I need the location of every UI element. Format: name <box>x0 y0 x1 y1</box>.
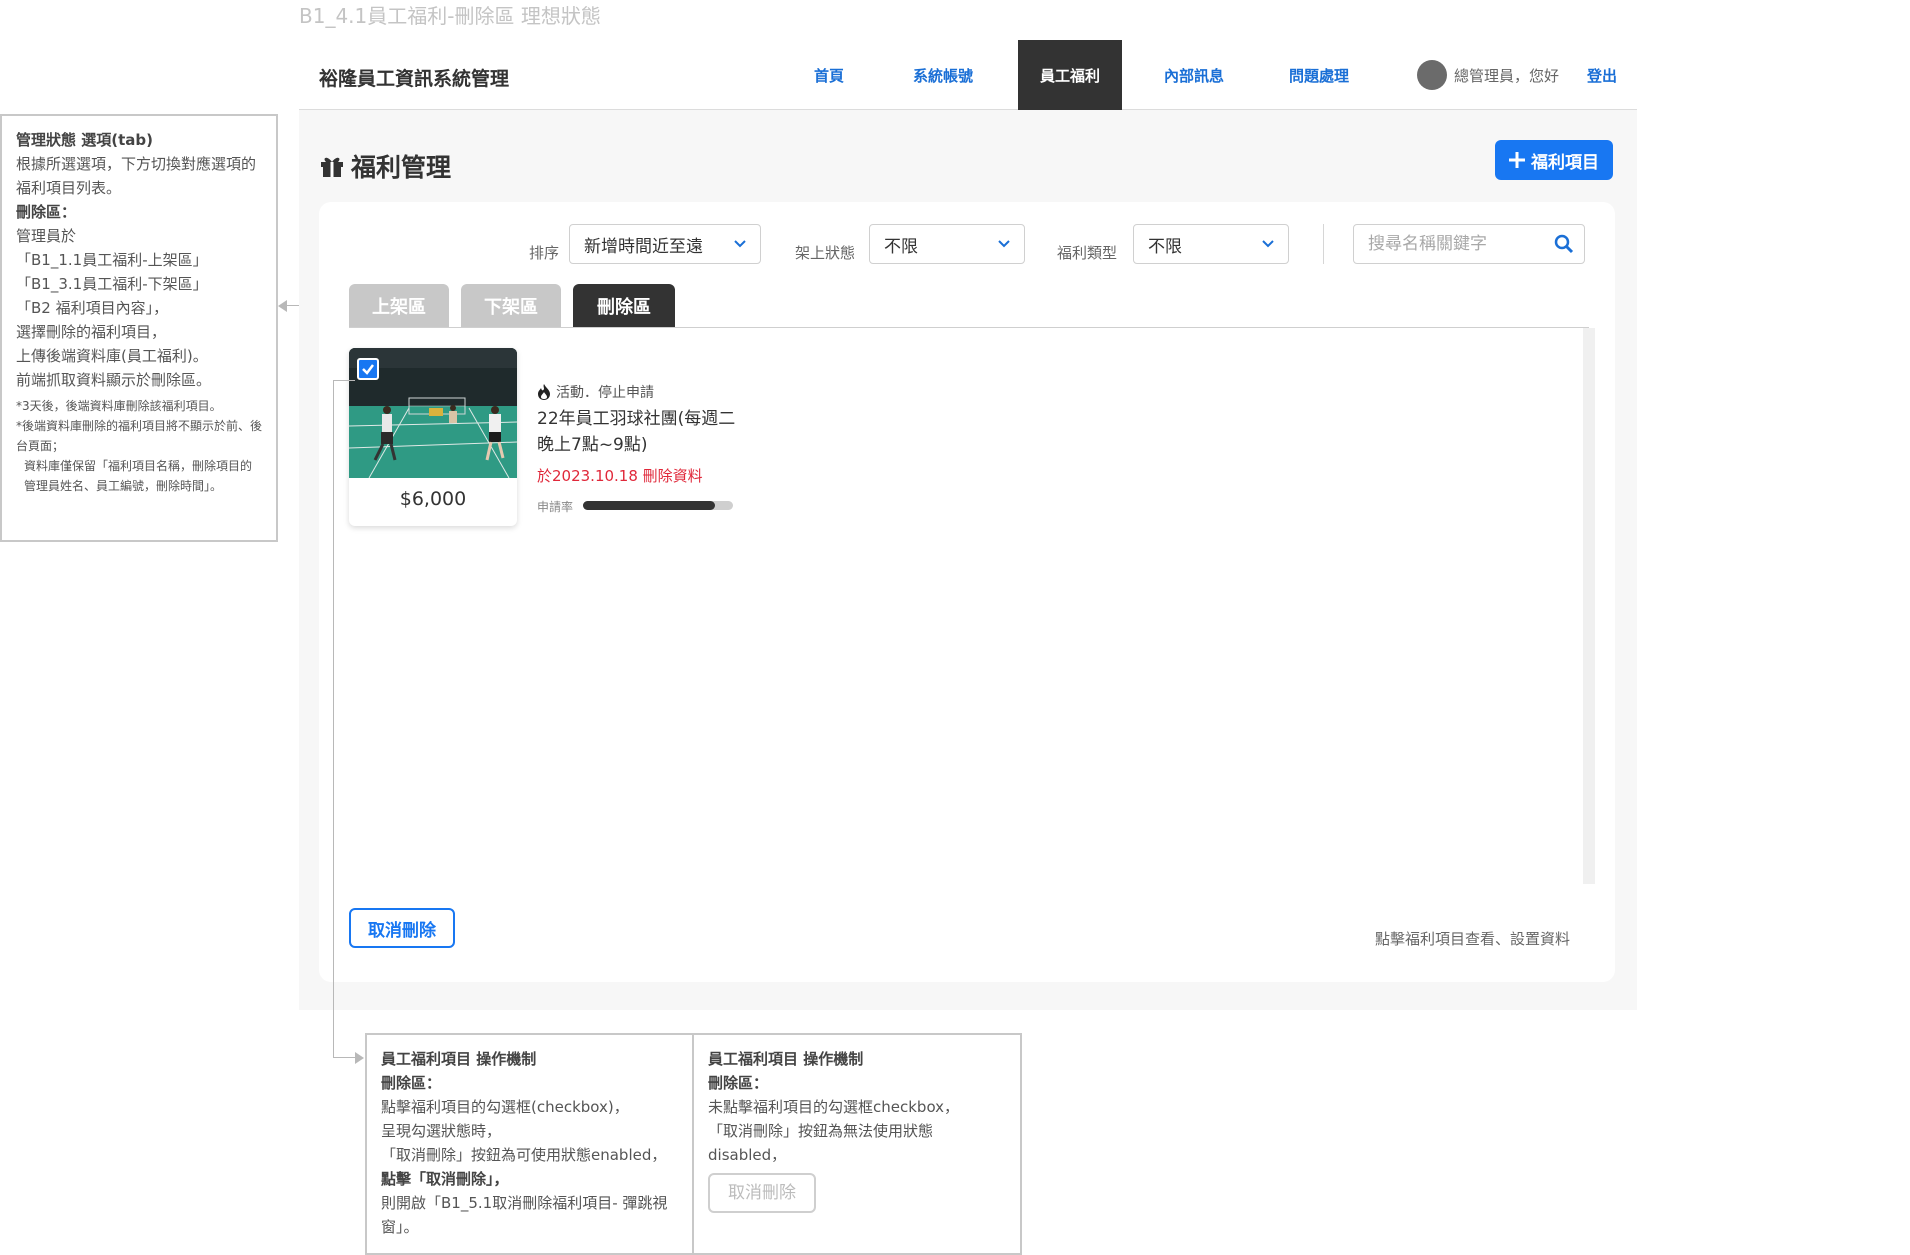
item-deleted-date: 於2023.10.18 <box>537 467 638 485</box>
annotation-text: 未點擊福利項目的勾選框checkbox， <box>708 1098 960 1116</box>
connector-arrow <box>355 1052 364 1064</box>
annotation-text: 呈現勾選狀態時， <box>381 1122 502 1140</box>
top-navbar: 裕隆員工資訊系統管理 首頁 系統帳號 員工福利 內部訊息 問題處理 總管理員，您… <box>299 40 1637 110</box>
item-title[interactable]: 22年員工羽球社團(每週二晚上7點~9點) <box>537 406 747 458</box>
search-icon[interactable] <box>1554 234 1574 254</box>
annotation-disabled: 員工福利項目 操作機制 刪除區： 未點擊福利項目的勾選框checkbox， 「取… <box>692 1033 1022 1255</box>
brand-title: 裕隆員工資訊系統管理 <box>319 68 510 90</box>
annotation-text: 前端抓取資料顯示於刪除區。 <box>16 371 212 389</box>
benefits-panel: 排序 新增時間近至遠 架上狀態 不限 福利類型 不限 上架區 下架區 刪除區 <box>319 202 1615 982</box>
annotation-text: 點擊福利項目的勾選框(checkbox)， <box>381 1098 629 1116</box>
cancel-delete-button[interactable]: 取消刪除 <box>349 908 455 948</box>
type-select[interactable]: 不限 <box>1133 224 1289 264</box>
shelf-label: 架上狀態 <box>795 244 856 262</box>
tab-divider <box>349 327 1589 328</box>
item-category: 活動．停止申請 <box>537 382 654 402</box>
connector-arrow <box>278 300 287 312</box>
annotation-text: 根據所選選項，下方切換對應選項的福利項目列表。 <box>16 155 257 197</box>
sort-label: 排序 <box>529 244 560 262</box>
shelf-value: 不限 <box>884 236 918 257</box>
nav-accounts[interactable]: 系統帳號 <box>891 40 995 110</box>
rate-label: 申請率 <box>537 500 574 514</box>
annotation-text: 「B1_1.1員工福利-上架區」 <box>16 251 208 269</box>
avatar[interactable] <box>1417 60 1447 90</box>
nav-benefits[interactable]: 員工福利 <box>1018 40 1122 110</box>
item-category-text: 活動．停止申請 <box>556 385 654 401</box>
logout-link[interactable]: 登出 <box>1587 65 1617 86</box>
annotation-title: 員工福利項目 操作機制 <box>708 1050 864 1068</box>
type-label: 福利類型 <box>1057 244 1118 262</box>
annotation-text: 管理員於 <box>16 227 77 245</box>
annotation-subtitle: 刪除區： <box>16 203 77 221</box>
nav-messages[interactable]: 內部訊息 <box>1142 40 1246 110</box>
annotation-text: 選擇刪除的福利項目， <box>16 323 167 341</box>
tab-off-shelf[interactable]: 下架區 <box>461 284 561 328</box>
annotation-note: *3天後，後端資料庫刪除該福利項目。 <box>16 399 222 413</box>
connector-line <box>333 380 334 1058</box>
scrollbar[interactable] <box>1583 328 1595 884</box>
nav-home[interactable]: 首頁 <box>777 40 881 110</box>
fire-icon <box>538 384 550 400</box>
annotation-note: *後端資料庫刪除的福利項目將不顯示於前、後台頁面； <box>16 419 263 453</box>
page-title-text: 福利管理 <box>351 153 452 182</box>
item-price: $6,000 <box>399 488 467 510</box>
disabled-cancel-delete-button: 取消刪除 <box>708 1173 816 1213</box>
connector-line <box>333 380 355 381</box>
filter-divider <box>1323 224 1324 264</box>
annotation-subtitle: 刪除區： <box>381 1074 442 1092</box>
item-checkbox[interactable] <box>357 358 379 380</box>
tab-deleted[interactable]: 刪除區 <box>573 284 675 328</box>
annotation-text: 上傳後端資料庫(員工福利)。 <box>16 347 208 365</box>
annotation-title: 員工福利項目 操作機制 <box>381 1050 537 1068</box>
plus-icon <box>1509 152 1525 168</box>
annotation-text: 「取消刪除」按鈕為無法使用狀態 <box>708 1122 934 1140</box>
gift-icon <box>321 157 343 177</box>
sort-value: 新增時間近至遠 <box>584 236 703 257</box>
type-value: 不限 <box>1148 236 1182 257</box>
chevron-down-icon <box>1262 240 1274 248</box>
annotation-tabs: 管理狀態 選項(tab) 根據所選選項，下方切換對應選項的福利項目列表。 刪除區… <box>0 114 278 542</box>
chevron-down-icon <box>734 240 746 248</box>
check-icon <box>362 364 374 375</box>
annotation-text: 「B1_3.1員工福利-下架區」 <box>16 275 208 293</box>
page-title: 福利管理 <box>319 148 451 184</box>
search-input[interactable] <box>1354 225 1544 263</box>
rate-bar-fill <box>583 501 715 510</box>
item-deleted-text: 刪除資料 <box>642 467 703 485</box>
shelf-select[interactable]: 不限 <box>869 224 1025 264</box>
annotation-note: 資料庫僅保留「福利項目名稱，刪除項目的管理員姓名、員工編號，刪除時間」。 <box>24 459 253 493</box>
sort-select[interactable]: 新增時間近至遠 <box>569 224 761 264</box>
item-deleted-info: 於2023.10.18 刪除資料 <box>537 465 703 486</box>
greeting-text: 總管理員，您好 <box>1454 67 1560 85</box>
nav-issues[interactable]: 問題處理 <box>1267 40 1371 110</box>
annotation-text: 點擊「取消刪除」， <box>381 1170 509 1188</box>
annotation-subtitle: 刪除區： <box>708 1074 769 1092</box>
add-benefit-label: 福利項目 <box>1531 152 1599 173</box>
annotation-text: disabled， <box>708 1146 787 1164</box>
annotation-text: 「取消刪除」按鈕為可使用狀態enabled， <box>381 1146 667 1164</box>
tab-on-shelf[interactable]: 上架區 <box>349 284 449 328</box>
annotation-enabled: 員工福利項目 操作機制 刪除區： 點擊福利項目的勾選框(checkbox)， 呈… <box>365 1033 695 1255</box>
chevron-down-icon <box>998 240 1010 248</box>
annotation-text: 「B2 福利項目內容」， <box>16 299 169 317</box>
connector-line <box>333 1057 357 1058</box>
annotation-title: 管理狀態 選項(tab) <box>16 131 153 149</box>
benefit-card[interactable]: $6,000 <box>349 348 517 526</box>
frame-title: B1_4.1員工福利-刪除區 理想狀態 <box>299 4 601 28</box>
app-window: 裕隆員工資訊系統管理 首頁 系統帳號 員工福利 內部訊息 問題處理 總管理員，您… <box>299 40 1637 1010</box>
add-benefit-button[interactable]: 福利項目 <box>1495 140 1613 180</box>
annotation-text: 則開啟「B1_5.1取消刪除福利項目- 彈跳視窗」。 <box>381 1194 668 1236</box>
search-box <box>1353 224 1585 264</box>
rate-bar <box>583 501 733 510</box>
hint-text: 點擊福利項目查看、設置資料 <box>1375 930 1571 948</box>
